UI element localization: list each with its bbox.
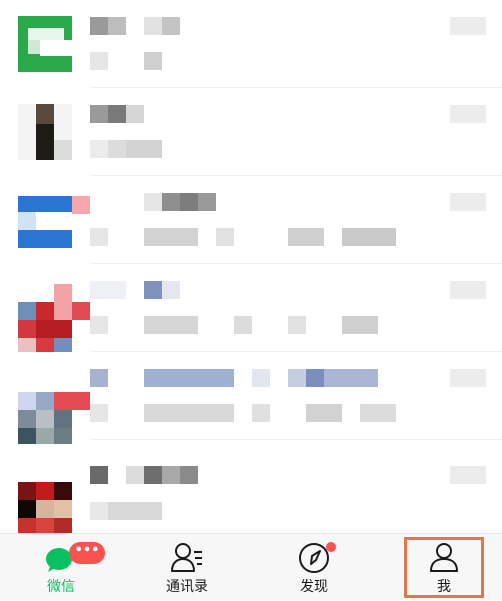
chat-list-item[interactable] <box>0 440 502 533</box>
unread-badge: ••• <box>69 542 105 564</box>
avatar <box>18 280 90 352</box>
tab-discover[interactable]: 发现 <box>264 534 364 601</box>
avatar <box>18 16 72 72</box>
tab-me-highlight <box>404 537 484 598</box>
chat-list-item[interactable] <box>0 0 502 88</box>
avatar <box>18 456 72 533</box>
notification-dot <box>326 542 336 552</box>
tab-contacts[interactable]: 通讯录 <box>137 534 237 601</box>
chat-list-item[interactable] <box>0 176 502 264</box>
tab-chats[interactable]: ••• 微信 <box>11 534 111 601</box>
avatar <box>18 104 72 160</box>
timestamp <box>450 369 486 387</box>
chat-list[interactable] <box>0 0 502 533</box>
timestamp <box>450 105 486 123</box>
contacts-icon <box>171 543 202 572</box>
tab-label: 微信 <box>47 579 75 595</box>
tab-label: 发现 <box>300 579 328 595</box>
timestamp <box>450 466 486 484</box>
timestamp <box>450 193 486 211</box>
timestamp <box>450 17 486 35</box>
avatar <box>18 192 90 248</box>
timestamp <box>450 281 486 299</box>
avatar <box>18 368 90 444</box>
badge-text: ••• <box>74 543 100 558</box>
chat-list-item[interactable] <box>0 88 502 176</box>
chat-list-item[interactable] <box>0 352 502 444</box>
tab-label: 通讯录 <box>166 579 208 595</box>
chat-list-item[interactable] <box>0 264 502 352</box>
